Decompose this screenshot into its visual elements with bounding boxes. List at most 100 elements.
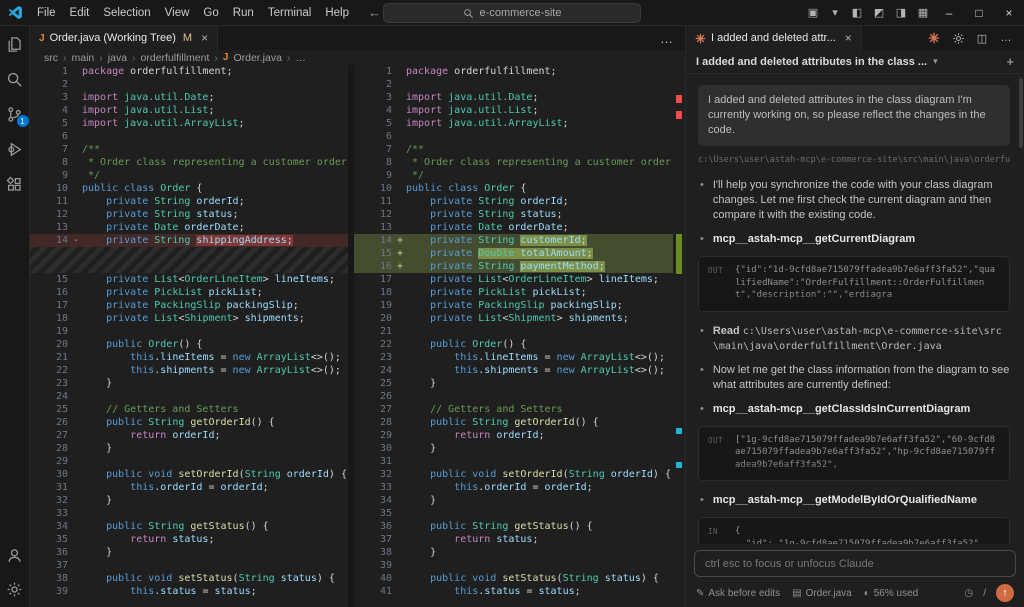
chevron-down-icon[interactable]: ▾ bbox=[824, 6, 846, 19]
toggle-primary-sidebar-icon[interactable]: ◧ bbox=[846, 6, 868, 19]
code-line[interactable]: 21 bbox=[354, 325, 685, 338]
code-line[interactable]: 11 private String orderId; bbox=[354, 195, 685, 208]
code-line[interactable]: 25 } bbox=[354, 377, 685, 390]
editor-more-actions-icon[interactable]: … bbox=[648, 26, 685, 50]
code-line[interactable]: 11 private String orderId; bbox=[30, 195, 348, 208]
back-icon[interactable]: ← bbox=[368, 5, 381, 20]
code-line[interactable]: 25 // Getters and Setters bbox=[30, 403, 348, 416]
run-debug-icon[interactable] bbox=[5, 139, 25, 159]
menu-go[interactable]: Go bbox=[196, 0, 225, 26]
slash-command-icon[interactable]: / bbox=[983, 588, 986, 599]
close-icon[interactable]: × bbox=[201, 31, 208, 45]
code-line[interactable]: 13 private Date orderDate; bbox=[354, 221, 685, 234]
code-line[interactable]: 17 private PackingSlip packingSlip; bbox=[30, 299, 348, 312]
customize-layout-icon[interactable]: ▦ bbox=[912, 6, 934, 19]
code-line[interactable]: 6 bbox=[354, 130, 685, 143]
code-line[interactable]: 32 public void setOrderId(String orderId… bbox=[354, 468, 685, 481]
close-icon[interactable]: × bbox=[845, 31, 852, 45]
code-line[interactable]: 26 public String getOrderId() { bbox=[30, 416, 348, 429]
breadcrumb-item-Orderjava[interactable]: Order.java bbox=[233, 52, 281, 64]
claude-input[interactable]: ctrl esc to focus or unfocus Claude bbox=[694, 550, 1016, 577]
code-line[interactable]: 12 private String status; bbox=[30, 208, 348, 221]
command-center-search[interactable]: e-commerce-site bbox=[383, 3, 641, 23]
code-line[interactable]: 8 * Order class representing a customer … bbox=[354, 156, 685, 169]
menu-run[interactable]: Run bbox=[226, 0, 261, 26]
code-line[interactable]: 36 } bbox=[30, 546, 348, 559]
extensions-icon[interactable] bbox=[5, 174, 25, 194]
toggle-secondary-sidebar-icon[interactable]: ◨ bbox=[890, 6, 912, 19]
code-line[interactable]: 18 private PickList pickList; bbox=[354, 286, 685, 299]
minimize-icon[interactable]: – bbox=[934, 0, 964, 25]
code-line[interactable]: 40 public void setStatus(String status) … bbox=[354, 572, 685, 585]
code-line[interactable]: 20 private List<Shipment> shipments; bbox=[354, 312, 685, 325]
code-line[interactable]: 15 private List<OrderLineItem> lineItems… bbox=[30, 273, 348, 286]
status-order-java[interactable]: ▤Order.java bbox=[792, 588, 852, 599]
code-line[interactable]: 37 return status; bbox=[354, 533, 685, 546]
explorer-icon[interactable] bbox=[5, 34, 25, 54]
menu-selection[interactable]: Selection bbox=[96, 0, 157, 26]
code-line[interactable]: 14- private String shippingAddress; bbox=[30, 234, 348, 247]
code-line[interactable]: 3import java.util.Date; bbox=[30, 91, 348, 104]
diff-original-pane[interactable]: 1package orderfulfillment;23import java.… bbox=[30, 65, 348, 607]
status-56--used[interactable]: ◐56% used bbox=[864, 588, 919, 599]
code-line[interactable]: 24 bbox=[30, 390, 348, 403]
code-line[interactable]: 7/** bbox=[30, 143, 348, 156]
code-line[interactable]: 9 */ bbox=[354, 169, 685, 182]
code-line[interactable]: 10public class Order { bbox=[30, 182, 348, 195]
code-line[interactable]: 16 private PickList pickList; bbox=[30, 286, 348, 299]
maximize-icon[interactable]: □ bbox=[964, 0, 994, 25]
code-line[interactable]: 1package orderfulfillment; bbox=[354, 65, 685, 78]
code-line[interactable]: 19 private PackingSlip packingSlip; bbox=[354, 299, 685, 312]
claude-icon[interactable] bbox=[924, 32, 944, 44]
code-line[interactable]: 35 bbox=[354, 507, 685, 520]
code-line[interactable]: 27 // Getters and Setters bbox=[354, 403, 685, 416]
search-icon[interactable] bbox=[5, 69, 25, 89]
code-line[interactable]: 31 bbox=[354, 455, 685, 468]
code-line[interactable]: 28 public String getOrderId() { bbox=[354, 416, 685, 429]
code-line[interactable]: 27 return orderId; bbox=[30, 429, 348, 442]
new-chat-icon[interactable]: + bbox=[1006, 54, 1014, 69]
code-line[interactable]: 13 private Date orderDate; bbox=[30, 221, 348, 234]
code-line[interactable]: 29 return orderId; bbox=[354, 429, 685, 442]
code-line[interactable]: 30 } bbox=[354, 442, 685, 455]
code-line[interactable]: 17 private List<OrderLineItem> lineItems… bbox=[354, 273, 685, 286]
breadcrumb-item-[interactable]: … bbox=[295, 52, 306, 64]
code-line[interactable]: 31 this.orderId = orderId; bbox=[30, 481, 348, 494]
code-line[interactable]: 26 bbox=[354, 390, 685, 403]
code-line[interactable]: 32 } bbox=[30, 494, 348, 507]
tool-output-block[interactable]: IN{ "id": "1g-9cfd8ae715079ffadea9b7e6af… bbox=[698, 517, 1010, 544]
code-line[interactable]: 3import java.util.Date; bbox=[354, 91, 685, 104]
code-line[interactable]: 33 bbox=[30, 507, 348, 520]
code-line[interactable]: 23 this.lineItems = new ArrayList<>(); bbox=[354, 351, 685, 364]
code-line[interactable]: 14+ private String customerId; bbox=[354, 234, 685, 247]
code-line[interactable]: 8 * Order class representing a customer … bbox=[30, 156, 348, 169]
tool-output-block[interactable]: OUT{"id":"1d-9cfd8ae715079ffadea9b7e6aff… bbox=[698, 256, 1010, 312]
code-line[interactable]: 6 bbox=[30, 130, 348, 143]
code-line[interactable]: 41 this.status = status; bbox=[354, 585, 685, 598]
breadcrumb-item-src[interactable]: src bbox=[44, 52, 58, 64]
code-line[interactable]: 22 this.shipments = new ArrayList<>(); bbox=[30, 364, 348, 377]
code-line[interactable]: 37 bbox=[30, 559, 348, 572]
code-line[interactable]: 18 private List<Shipment> shipments; bbox=[30, 312, 348, 325]
code-line[interactable]: 4import java.util.List; bbox=[30, 104, 348, 117]
code-line[interactable]: 19 bbox=[30, 325, 348, 338]
menu-help[interactable]: Help bbox=[318, 0, 356, 26]
menu-view[interactable]: View bbox=[158, 0, 197, 26]
toggle-panel-icon[interactable]: ◩ bbox=[868, 6, 890, 19]
code-line[interactable]: 34 } bbox=[354, 494, 685, 507]
close-icon[interactable]: × bbox=[994, 0, 1024, 25]
breadcrumb-item-orderfulfillment[interactable]: orderfulfillment bbox=[141, 52, 210, 64]
code-line[interactable]: 39 this.status = status; bbox=[30, 585, 348, 598]
tab-claude-chat[interactable]: I added and deleted attr... × bbox=[686, 26, 862, 50]
breadcrumb-item-main[interactable]: main bbox=[72, 52, 95, 64]
breadcrumb-item-java[interactable]: java bbox=[108, 52, 127, 64]
menu-file[interactable]: File bbox=[30, 0, 63, 26]
code-line[interactable]: 2 bbox=[30, 78, 348, 91]
code-line[interactable]: 39 bbox=[354, 559, 685, 572]
scrollbar[interactable] bbox=[1019, 78, 1023, 148]
code-line[interactable]: 33 this.orderId = orderId; bbox=[354, 481, 685, 494]
settings-gear-icon[interactable] bbox=[948, 32, 968, 45]
code-line[interactable]: 29 bbox=[30, 455, 348, 468]
code-line[interactable]: 38 public void setStatus(String status) … bbox=[30, 572, 348, 585]
code-line[interactable]: 36 public String getStatus() { bbox=[354, 520, 685, 533]
